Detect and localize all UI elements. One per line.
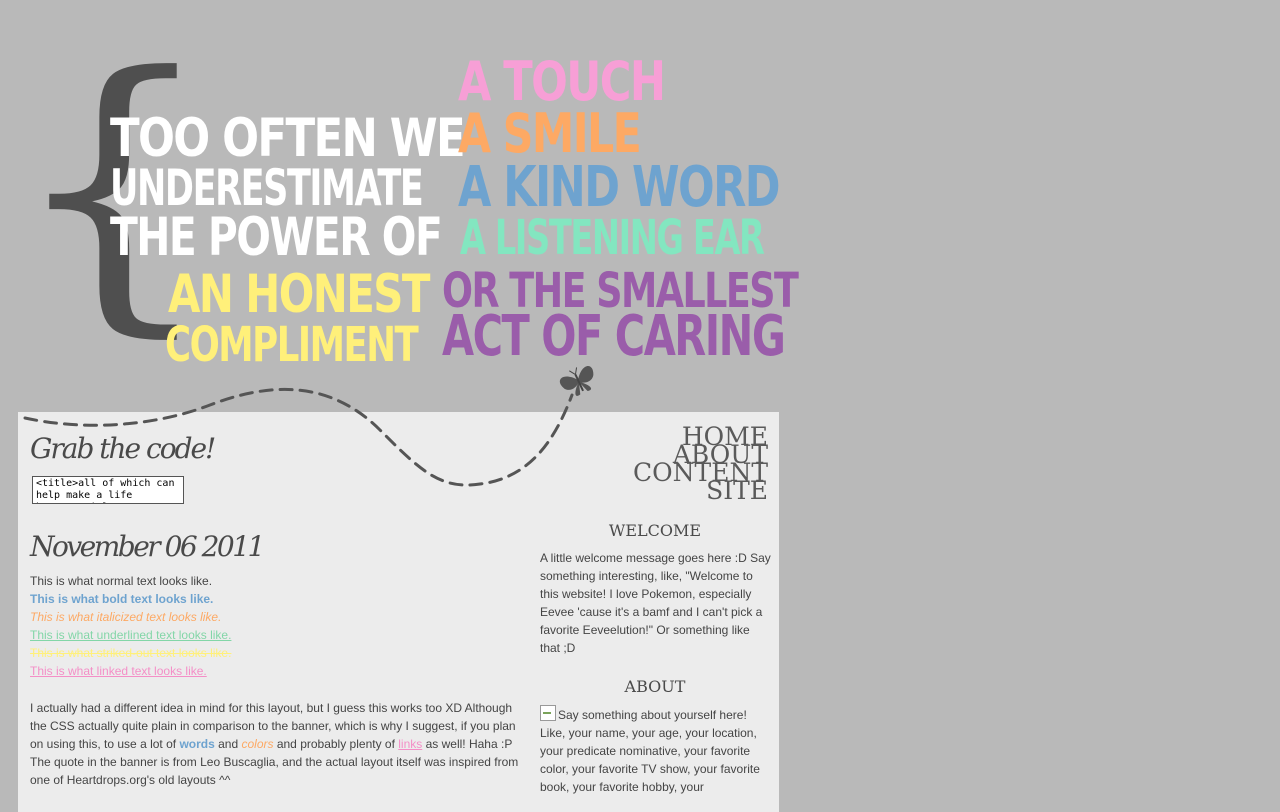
links-link[interactable]: links <box>398 737 422 751</box>
colors-emphasis: colors <box>241 737 274 751</box>
banner-line-honest: AN HONEST <box>168 264 430 325</box>
banner: { TOO OFTEN WE UNDERESTIMATE THE POWER O… <box>0 0 800 410</box>
banner-line-compliment: COMPLIMENT <box>165 317 419 373</box>
banner-line-power-of: THE POWER OF <box>110 207 443 268</box>
banner-line-underestimate: UNDERESTIMATE <box>110 159 424 217</box>
banner-line-caring: ACT OF CARING <box>442 304 786 369</box>
main-nav: HOME ABOUT CONTENT SITE <box>633 424 768 503</box>
welcome-heading: WELCOME <box>608 521 702 540</box>
banner-line-too-often: TOO OFTEN WE <box>110 108 466 169</box>
post-paragraph: I actually had a different idea in mind … <box>30 699 530 789</box>
banner-line-touch: A TOUCH <box>458 50 666 113</box>
welcome-text: A little welcome message goes here :D Sa… <box>540 551 771 655</box>
strike-text-sample: This is what striked-out text looks like… <box>30 646 232 660</box>
grab-code-title: Grab the code! <box>30 432 216 465</box>
words-emphasis: words <box>179 737 215 751</box>
normal-text-sample: This is what normal text looks like. <box>30 574 213 588</box>
broken-image-icon <box>540 705 556 721</box>
banner-line-smile: A SMILE <box>458 102 642 165</box>
about-section: Say something about yourself here! Like,… <box>540 705 772 796</box>
link-text-sample[interactable]: This is what linked text looks like. <box>30 664 207 678</box>
italic-text-sample: This is what italicized text looks like. <box>30 610 222 624</box>
code-textarea[interactable]: <title>all of which can help make a life… <box>32 476 184 504</box>
about-text: Say something about yourself here! Like,… <box>540 708 760 794</box>
banner-line-kind-word: A KIND WORD <box>458 155 781 220</box>
banner-line-listening-ear: A LISTENING EAR <box>460 210 765 266</box>
post-date: November 06 2011 <box>30 530 265 563</box>
bold-text-sample: This is what bold text looks like. <box>30 592 214 606</box>
about-heading: ABOUT <box>624 677 686 696</box>
post-text-3: and probably plenty of <box>273 737 399 751</box>
post-text-2: and <box>214 737 242 751</box>
underline-text-sample: This is what underlined text looks like. <box>30 628 232 642</box>
